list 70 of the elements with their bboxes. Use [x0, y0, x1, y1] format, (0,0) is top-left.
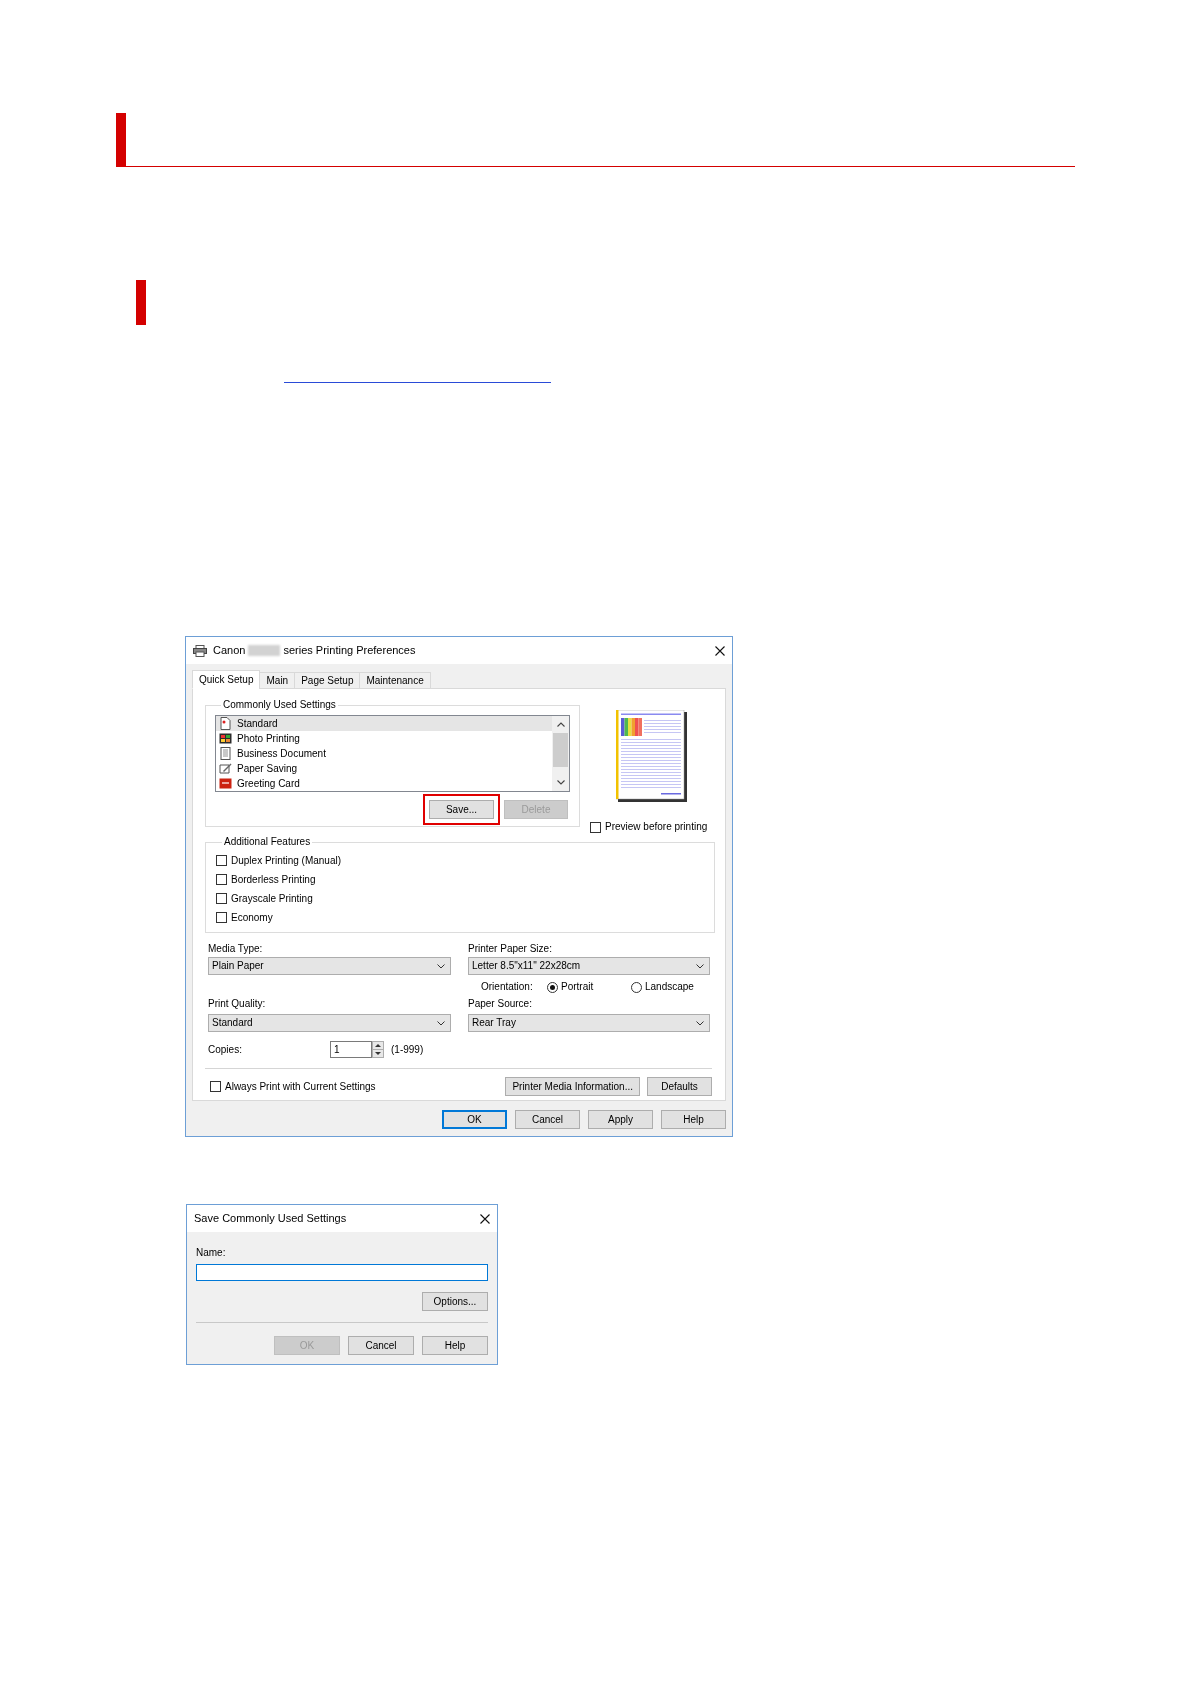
dropdown[interactable]: Plain Paper: [208, 957, 451, 975]
field-label: Paper Source:: [468, 997, 533, 1010]
field-label: Print Quality:: [208, 997, 267, 1010]
tab[interactable]: Maintenance: [359, 672, 431, 689]
radio-button[interactable]: [631, 981, 642, 993]
scrollbar[interactable]: [552, 716, 569, 791]
range-hint: (1-999): [391, 1043, 424, 1056]
dialog-button[interactable]: Cancel: [515, 1110, 580, 1129]
triangle-down-icon: [375, 1051, 381, 1055]
dialog-button[interactable]: Printer Media Information...: [505, 1077, 640, 1096]
checkbox-label[interactable]: Preview before printing: [605, 821, 708, 833]
dialog-button[interactable]: Options...: [422, 1292, 488, 1311]
chevron-down-icon: [696, 963, 704, 969]
paper-pen-icon: [219, 762, 232, 775]
printer-icon: [193, 644, 207, 657]
subheading-bar: [136, 280, 146, 325]
tab[interactable]: Main: [259, 672, 296, 689]
checkbox-label[interactable]: Always Print with Current Settings: [225, 1080, 376, 1093]
blurred-block: [248, 645, 281, 656]
tab[interactable]: Quick Setup: [192, 670, 261, 689]
checkbox[interactable]: [590, 821, 601, 833]
chevron-down-icon: [696, 1020, 704, 1026]
checkbox-label[interactable]: Economy: [231, 911, 273, 924]
input-field[interactable]: [196, 1264, 488, 1281]
number-field[interactable]: 1: [330, 1041, 372, 1058]
window-title: Save Commonly Used Settings: [194, 1213, 347, 1224]
dialog-button[interactable]: Help: [661, 1110, 726, 1129]
scrollbar-thumb[interactable]: [553, 733, 568, 767]
field-label: Orientation:: [481, 981, 534, 993]
chevron-down-icon[interactable]: [556, 780, 565, 785]
chevron-down-icon: [437, 1020, 445, 1026]
field-label: Copies:: [208, 1043, 243, 1056]
chevron-up-icon[interactable]: [556, 722, 565, 727]
dropdown[interactable]: Rear Tray: [468, 1014, 710, 1032]
dialog-button[interactable]: Apply: [588, 1110, 653, 1129]
radio-button[interactable]: [547, 981, 558, 993]
list-item[interactable]: Standard: [216, 716, 552, 731]
window-title: Canon: [213, 645, 246, 656]
checkbox[interactable]: [216, 874, 227, 885]
dialog-button[interactable]: Defaults: [647, 1077, 712, 1096]
field-label: Printer Paper Size:: [468, 942, 553, 955]
close-icon[interactable]: [480, 1213, 490, 1224]
field-label: Name:: [196, 1246, 227, 1259]
field-label: Media Type:: [208, 942, 264, 955]
dialog-button[interactable]: Cancel: [348, 1336, 414, 1355]
radio-label[interactable]: Portrait: [561, 981, 594, 993]
dropdown[interactable]: Letter 8.5"x11" 22x28cm: [468, 957, 710, 975]
checkbox-label[interactable]: Duplex Printing (Manual): [231, 854, 342, 867]
spin-down-button[interactable]: [372, 1049, 384, 1058]
group-label: Additional Features: [223, 836, 312, 848]
close-icon[interactable]: [715, 645, 725, 656]
dialog-button[interactable]: Help: [422, 1336, 488, 1355]
checkbox[interactable]: [216, 855, 227, 866]
checkbox[interactable]: [216, 912, 227, 923]
radio-label[interactable]: Landscape: [645, 981, 694, 993]
triangle-up-icon: [375, 1043, 381, 1047]
checkbox-label[interactable]: Borderless Printing: [231, 873, 316, 886]
dialog-button[interactable]: OK: [442, 1110, 507, 1129]
document-lines-icon: [219, 747, 232, 760]
checkbox[interactable]: [210, 1081, 221, 1092]
tab[interactable]: Page Setup: [294, 672, 361, 689]
card-icon: [219, 777, 232, 790]
checkbox[interactable]: [216, 893, 227, 904]
window-title: series Printing Preferences: [283, 645, 416, 656]
chevron-down-icon: [437, 963, 445, 969]
checkbox-label[interactable]: Grayscale Printing: [231, 892, 313, 905]
dialog-button[interactable]: Save...: [429, 800, 494, 819]
photo-icon: [219, 732, 232, 745]
group-label: Commonly Used Settings: [222, 699, 337, 711]
dropdown[interactable]: Standard: [208, 1014, 451, 1032]
